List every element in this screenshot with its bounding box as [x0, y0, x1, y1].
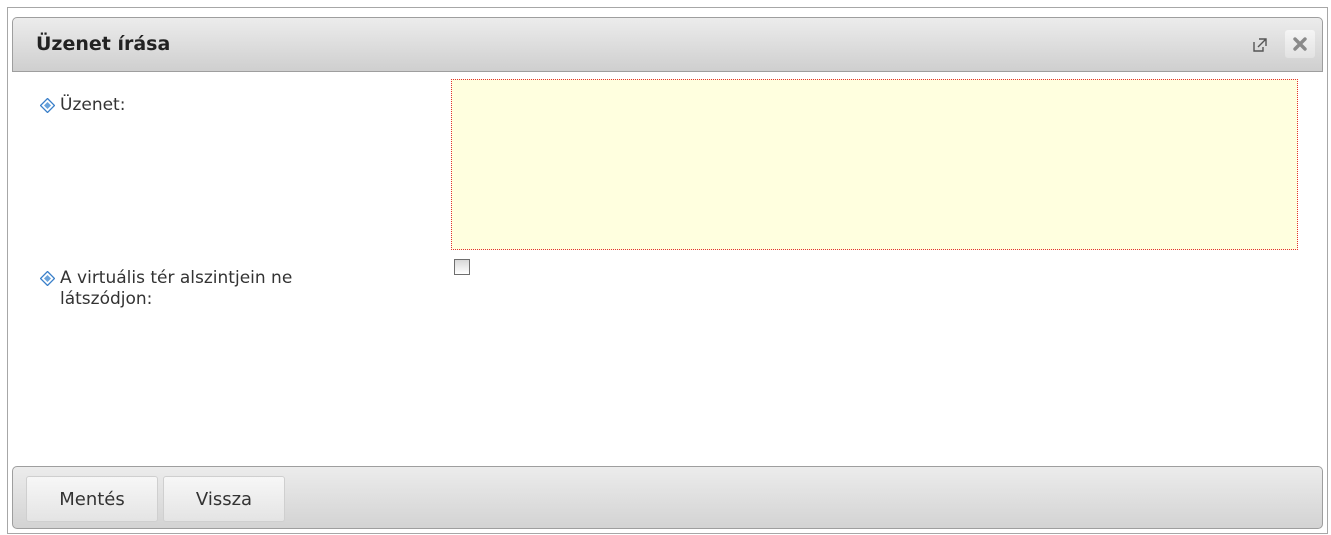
hide-subspaces-label-text: A virtuális tér alszintjein ne látszódjo…	[60, 268, 293, 309]
hide-subspaces-checkbox[interactable]	[454, 259, 470, 275]
dialog-footer: Mentés Vissza	[12, 466, 1323, 529]
message-dialog: Üzenet írása Üzenet: A virtuális tér als…	[7, 7, 1328, 534]
message-label-text: Üzenet:	[60, 95, 126, 115]
diamond-bullet-icon	[40, 98, 55, 113]
save-button[interactable]: Mentés	[26, 476, 158, 522]
dialog-title: Üzenet írása	[36, 33, 171, 55]
back-button[interactable]: Vissza	[163, 476, 285, 522]
hide-subspaces-label: A virtuális tér alszintjein ne látszódjo…	[40, 268, 400, 312]
message-field[interactable]	[451, 79, 1298, 250]
close-button[interactable]	[1285, 30, 1315, 58]
diamond-bullet-icon	[40, 271, 55, 286]
dialog-titlebar: Üzenet írása	[12, 17, 1323, 72]
close-icon	[1293, 37, 1307, 51]
message-label: Üzenet:	[40, 95, 400, 117]
popout-icon[interactable]	[1252, 37, 1268, 53]
